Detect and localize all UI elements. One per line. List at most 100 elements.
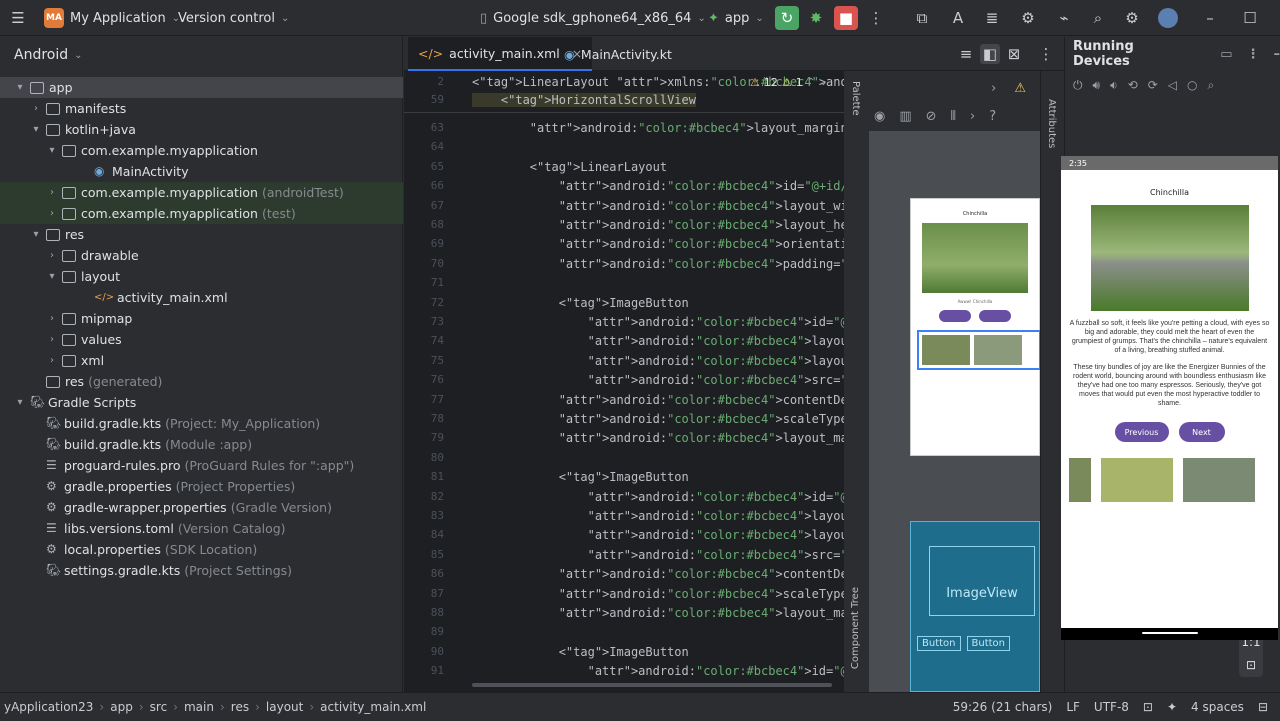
file-encoding[interactable]: UTF-8 (1094, 700, 1129, 714)
tree-item[interactable]: ▾🐘︎Gradle Scripts (0, 392, 403, 413)
cursor-position[interactable]: 59:26 (21 chars) (953, 700, 1053, 714)
fit-screen-icon[interactable]: ⊡ (1246, 658, 1256, 672)
tree-item[interactable]: ◉MainActivity (0, 161, 403, 182)
home-icon[interactable]: ○ (1187, 78, 1197, 92)
help-icon[interactable]: ? (989, 109, 996, 124)
component-tree-tab[interactable]: Component Tree (850, 587, 864, 687)
palette-tab[interactable]: Palette (850, 81, 864, 141)
breadcrumb-item[interactable]: src (150, 700, 168, 714)
chevron-right-icon[interactable]: › (30, 103, 42, 114)
chevron-down-icon[interactable]: ▾ (30, 229, 42, 240)
notifications-icon[interactable]: ⊟ (1258, 700, 1268, 714)
layout-preview[interactable]: Chinchilla Awww! Chinchilla (910, 198, 1040, 456)
blueprint-icon[interactable]: ▥ (899, 109, 911, 124)
split-view-icon[interactable]: ◧ (980, 44, 1000, 64)
tree-item[interactable]: ▾com.example.myapplication (0, 140, 403, 161)
breadcrumb-item[interactable]: main (184, 700, 214, 714)
readonly-lock-icon[interactable]: ⊡ (1143, 700, 1153, 714)
volume-up-icon[interactable]: 🔊︎ (1093, 78, 1101, 93)
tree-item[interactable]: ›drawable (0, 245, 403, 266)
power-icon[interactable]: ⏻ (1073, 78, 1083, 93)
tree-item[interactable]: ▾res (0, 224, 403, 245)
tree-item[interactable]: 🐘︎build.gradle.kts(Module :app) (0, 434, 403, 455)
build-variants-icon[interactable]: ≣ (982, 8, 1002, 28)
tree-item[interactable]: ›mipmap (0, 308, 403, 329)
profiler-icon[interactable]: ⌁ (1054, 8, 1074, 28)
rotate-left-icon[interactable]: ⟲ (1128, 78, 1138, 92)
horizontal-scrollbar[interactable] (472, 683, 832, 687)
stop-icon[interactable]: ■ (834, 6, 858, 30)
design-view-icon[interactable]: ⊠ (1004, 44, 1024, 64)
run-config-selector[interactable]: ✦ app ⌄ (708, 0, 764, 36)
tree-item[interactable]: ›com.example.myapplication(androidTest) (0, 182, 403, 203)
debug-icon[interactable]: ✸ (806, 8, 826, 28)
vcs-menu[interactable]: Version control ⌄ (178, 0, 289, 36)
tree-item[interactable]: ⚙gradle.properties(Project Properties) (0, 476, 403, 497)
magnet-icon[interactable]: ⊘ (926, 109, 937, 124)
chevron-down-icon[interactable]: ▾ (14, 82, 26, 93)
warning-icon[interactable]: ⚠ (1014, 81, 1026, 96)
tree-item[interactable]: ›values (0, 329, 403, 350)
tree-item[interactable]: ⚙local.properties(SDK Location) (0, 539, 403, 560)
settings-gear-icon[interactable]: ⚙ (1122, 8, 1142, 28)
code-editor[interactable]: 2<"tag">LinearLayout "attr">xmlns:"color… (404, 71, 844, 692)
chevron-right-icon[interactable]: › (46, 355, 58, 366)
translate-icon[interactable]: A (948, 8, 968, 28)
maximize-icon[interactable]: ☐ (1240, 8, 1260, 28)
chevron-down-icon[interactable]: ⌄ (819, 77, 827, 88)
breadcrumb-item[interactable]: activity_main.xml (320, 700, 426, 714)
blueprint-preview[interactable]: ImageView Button Button (910, 521, 1040, 692)
tree-item[interactable]: ›manifests (0, 98, 403, 119)
minimize-icon[interactable]: – (1274, 47, 1280, 62)
project-view-selector[interactable]: Android ⌄ (0, 37, 402, 73)
tree-item[interactable]: ▾layout (0, 266, 403, 287)
previous-button[interactable]: Previous (1115, 422, 1169, 442)
apply-changes-icon[interactable]: ↻ (775, 6, 799, 30)
tree-item[interactable]: 🐘︎build.gradle.kts(Project: My_Applicati… (0, 413, 403, 434)
tree-item[interactable]: </>activity_main.xml (0, 287, 403, 308)
thumbnail-guinea-pig[interactable] (1101, 458, 1173, 502)
rotate-right-icon[interactable]: ⟳ (1148, 78, 1158, 92)
ai-assistant-icon[interactable]: ✦ (1167, 700, 1177, 714)
next-button[interactable]: Next (1179, 422, 1225, 442)
attributes-tab[interactable]: Attributes (1046, 99, 1057, 148)
device-screen[interactable]: 2:35 Chinchilla A fuzzball so soft, it f… (1061, 156, 1278, 640)
tree-item[interactable]: ▾app (0, 77, 403, 98)
align-icon[interactable]: ⫴ (951, 109, 956, 124)
more-icon[interactable]: ⋮ (1036, 44, 1056, 64)
tree-item[interactable]: ☰proguard-rules.pro(ProGuard Rules for "… (0, 455, 403, 476)
chevron-up-icon[interactable]: ⌃ (807, 77, 815, 88)
thumbnail-capybara[interactable] (1069, 458, 1091, 502)
tree-item[interactable]: ▾kotlin+java (0, 119, 403, 140)
project-switcher[interactable]: MA My Application ⌄ (44, 0, 180, 36)
chevron-right-icon[interactable]: › (46, 187, 58, 198)
inspection-widget[interactable]: ⚠ 12 ⚠ 1 ⌃ ⌄ (750, 76, 828, 89)
chevron-down-icon[interactable]: ▾ (46, 145, 58, 156)
tree-item[interactable]: ›com.example.myapplication(test) (0, 203, 403, 224)
hamburger-menu-icon[interactable]: ☰ (8, 8, 28, 28)
tab-main-activity[interactable]: ◉ MainActivity.kt (554, 37, 682, 71)
gesture-handle[interactable] (1142, 632, 1198, 634)
chevron-right-icon[interactable]: › (46, 208, 58, 219)
tree-item[interactable]: ⚙gradle-wrapper.properties(Gradle Versio… (0, 497, 403, 518)
chevron-right-icon[interactable]: › (46, 334, 58, 345)
minimize-icon[interactable]: – (1200, 8, 1220, 28)
eye-icon[interactable]: ◉ (874, 109, 885, 124)
screenshot-icon[interactable]: ⌕ (1207, 78, 1214, 93)
search-icon[interactable]: ⌕ (1088, 8, 1108, 28)
device-selector[interactable]: ▯ Google sdk_gphone64_x86_64 ⌄ (480, 0, 706, 36)
sdk-manager-icon[interactable]: ⚙ (1018, 8, 1038, 28)
breadcrumb-item[interactable]: res (231, 700, 249, 714)
breadcrumb-item[interactable]: yApplication23 (4, 700, 93, 714)
more-icon[interactable]: ⋮ (866, 8, 886, 28)
device-manager-icon[interactable]: ⧉ (912, 8, 932, 28)
chevron-right-icon[interactable]: › (991, 81, 996, 96)
back-icon[interactable]: ◁ (1168, 78, 1177, 92)
more-icon[interactable]: ⋮ (1247, 47, 1260, 62)
chevron-down-icon[interactable]: ▾ (14, 397, 26, 408)
line-separator[interactable]: LF (1066, 700, 1080, 714)
avatar[interactable] (1158, 8, 1178, 28)
chevron-right-icon[interactable]: › (46, 313, 58, 324)
tree-item[interactable]: 🐘︎settings.gradle.kts(Project Settings) (0, 560, 403, 581)
code-view-icon[interactable]: ≡ (956, 44, 976, 64)
